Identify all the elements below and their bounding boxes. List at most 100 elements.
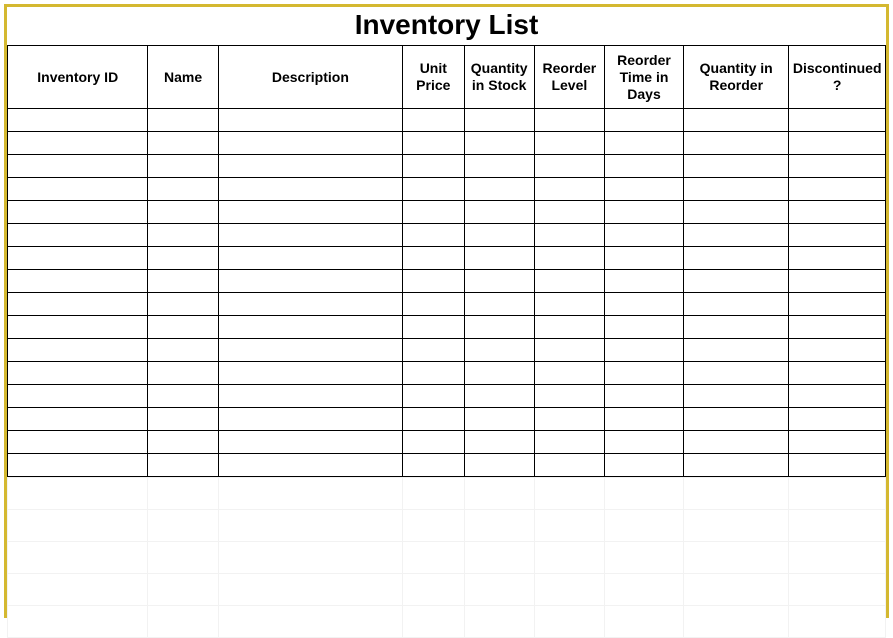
cell-inventory_id[interactable]: [8, 247, 148, 270]
cell-unit_price[interactable]: [403, 316, 464, 339]
cell-name[interactable]: [148, 293, 218, 316]
cell-quantity_in_reorder[interactable]: [684, 385, 789, 408]
cell-quantity_in_reorder[interactable]: [684, 316, 789, 339]
cell-name[interactable]: [148, 454, 218, 477]
cell-quantity_in_stock[interactable]: [464, 224, 534, 247]
cell-discontinued[interactable]: [789, 224, 886, 247]
cell-reorder_level[interactable]: [534, 224, 604, 247]
cell-reorder_time_days[interactable]: [605, 385, 684, 408]
cell-reorder_time_days[interactable]: [605, 109, 684, 132]
cell-discontinued[interactable]: [789, 431, 886, 454]
cell-name[interactable]: [148, 362, 218, 385]
cell-unit_price[interactable]: [403, 293, 464, 316]
cell-quantity_in_reorder[interactable]: [684, 270, 789, 293]
cell-quantity_in_stock[interactable]: [464, 201, 534, 224]
cell-description[interactable]: [218, 224, 402, 247]
cell-reorder_time_days[interactable]: [605, 224, 684, 247]
cell-description[interactable]: [218, 431, 402, 454]
cell-discontinued[interactable]: [789, 270, 886, 293]
cell-name[interactable]: [148, 431, 218, 454]
cell-description[interactable]: [218, 247, 402, 270]
cell-name[interactable]: [148, 247, 218, 270]
cell-inventory_id[interactable]: [8, 408, 148, 431]
cell-quantity_in_stock[interactable]: [464, 385, 534, 408]
cell-quantity_in_stock[interactable]: [464, 132, 534, 155]
cell-description[interactable]: [218, 201, 402, 224]
cell-quantity_in_reorder[interactable]: [684, 431, 789, 454]
cell-quantity_in_reorder[interactable]: [684, 247, 789, 270]
cell-description[interactable]: [218, 454, 402, 477]
cell-name[interactable]: [148, 155, 218, 178]
cell-description[interactable]: [218, 339, 402, 362]
cell-name[interactable]: [148, 178, 218, 201]
cell-discontinued[interactable]: [789, 201, 886, 224]
cell-inventory_id[interactable]: [8, 362, 148, 385]
cell-quantity_in_stock[interactable]: [464, 454, 534, 477]
cell-discontinued[interactable]: [789, 155, 886, 178]
cell-inventory_id[interactable]: [8, 293, 148, 316]
cell-description[interactable]: [218, 178, 402, 201]
cell-inventory_id[interactable]: [8, 178, 148, 201]
cell-discontinued[interactable]: [789, 109, 886, 132]
cell-name[interactable]: [148, 270, 218, 293]
cell-reorder_level[interactable]: [534, 431, 604, 454]
cell-reorder_time_days[interactable]: [605, 132, 684, 155]
cell-description[interactable]: [218, 293, 402, 316]
cell-reorder_time_days[interactable]: [605, 201, 684, 224]
cell-description[interactable]: [218, 155, 402, 178]
cell-reorder_level[interactable]: [534, 178, 604, 201]
cell-reorder_level[interactable]: [534, 408, 604, 431]
cell-quantity_in_reorder[interactable]: [684, 454, 789, 477]
cell-discontinued[interactable]: [789, 132, 886, 155]
cell-unit_price[interactable]: [403, 247, 464, 270]
cell-name[interactable]: [148, 224, 218, 247]
cell-unit_price[interactable]: [403, 270, 464, 293]
cell-quantity_in_reorder[interactable]: [684, 109, 789, 132]
cell-unit_price[interactable]: [403, 454, 464, 477]
cell-quantity_in_stock[interactable]: [464, 155, 534, 178]
cell-quantity_in_reorder[interactable]: [684, 224, 789, 247]
cell-quantity_in_stock[interactable]: [464, 362, 534, 385]
cell-reorder_time_days[interactable]: [605, 339, 684, 362]
cell-reorder_time_days[interactable]: [605, 247, 684, 270]
cell-quantity_in_stock[interactable]: [464, 178, 534, 201]
cell-discontinued[interactable]: [789, 362, 886, 385]
cell-unit_price[interactable]: [403, 132, 464, 155]
cell-description[interactable]: [218, 109, 402, 132]
cell-reorder_level[interactable]: [534, 339, 604, 362]
cell-quantity_in_reorder[interactable]: [684, 132, 789, 155]
cell-unit_price[interactable]: [403, 109, 464, 132]
cell-unit_price[interactable]: [403, 201, 464, 224]
cell-description[interactable]: [218, 132, 402, 155]
cell-inventory_id[interactable]: [8, 224, 148, 247]
cell-reorder_time_days[interactable]: [605, 454, 684, 477]
cell-discontinued[interactable]: [789, 178, 886, 201]
cell-unit_price[interactable]: [403, 178, 464, 201]
cell-name[interactable]: [148, 339, 218, 362]
cell-quantity_in_reorder[interactable]: [684, 293, 789, 316]
cell-reorder_level[interactable]: [534, 109, 604, 132]
cell-reorder_level[interactable]: [534, 385, 604, 408]
cell-name[interactable]: [148, 201, 218, 224]
cell-quantity_in_stock[interactable]: [464, 316, 534, 339]
cell-quantity_in_reorder[interactable]: [684, 408, 789, 431]
cell-quantity_in_reorder[interactable]: [684, 362, 789, 385]
cell-description[interactable]: [218, 385, 402, 408]
cell-name[interactable]: [148, 385, 218, 408]
cell-description[interactable]: [218, 316, 402, 339]
cell-quantity_in_reorder[interactable]: [684, 201, 789, 224]
cell-name[interactable]: [148, 109, 218, 132]
cell-inventory_id[interactable]: [8, 431, 148, 454]
cell-reorder_time_days[interactable]: [605, 316, 684, 339]
cell-reorder_time_days[interactable]: [605, 155, 684, 178]
cell-reorder_time_days[interactable]: [605, 408, 684, 431]
cell-name[interactable]: [148, 316, 218, 339]
cell-reorder_time_days[interactable]: [605, 431, 684, 454]
cell-reorder_level[interactable]: [534, 270, 604, 293]
cell-name[interactable]: [148, 408, 218, 431]
cell-quantity_in_stock[interactable]: [464, 247, 534, 270]
cell-discontinued[interactable]: [789, 385, 886, 408]
cell-unit_price[interactable]: [403, 408, 464, 431]
cell-discontinued[interactable]: [789, 454, 886, 477]
cell-reorder_level[interactable]: [534, 362, 604, 385]
